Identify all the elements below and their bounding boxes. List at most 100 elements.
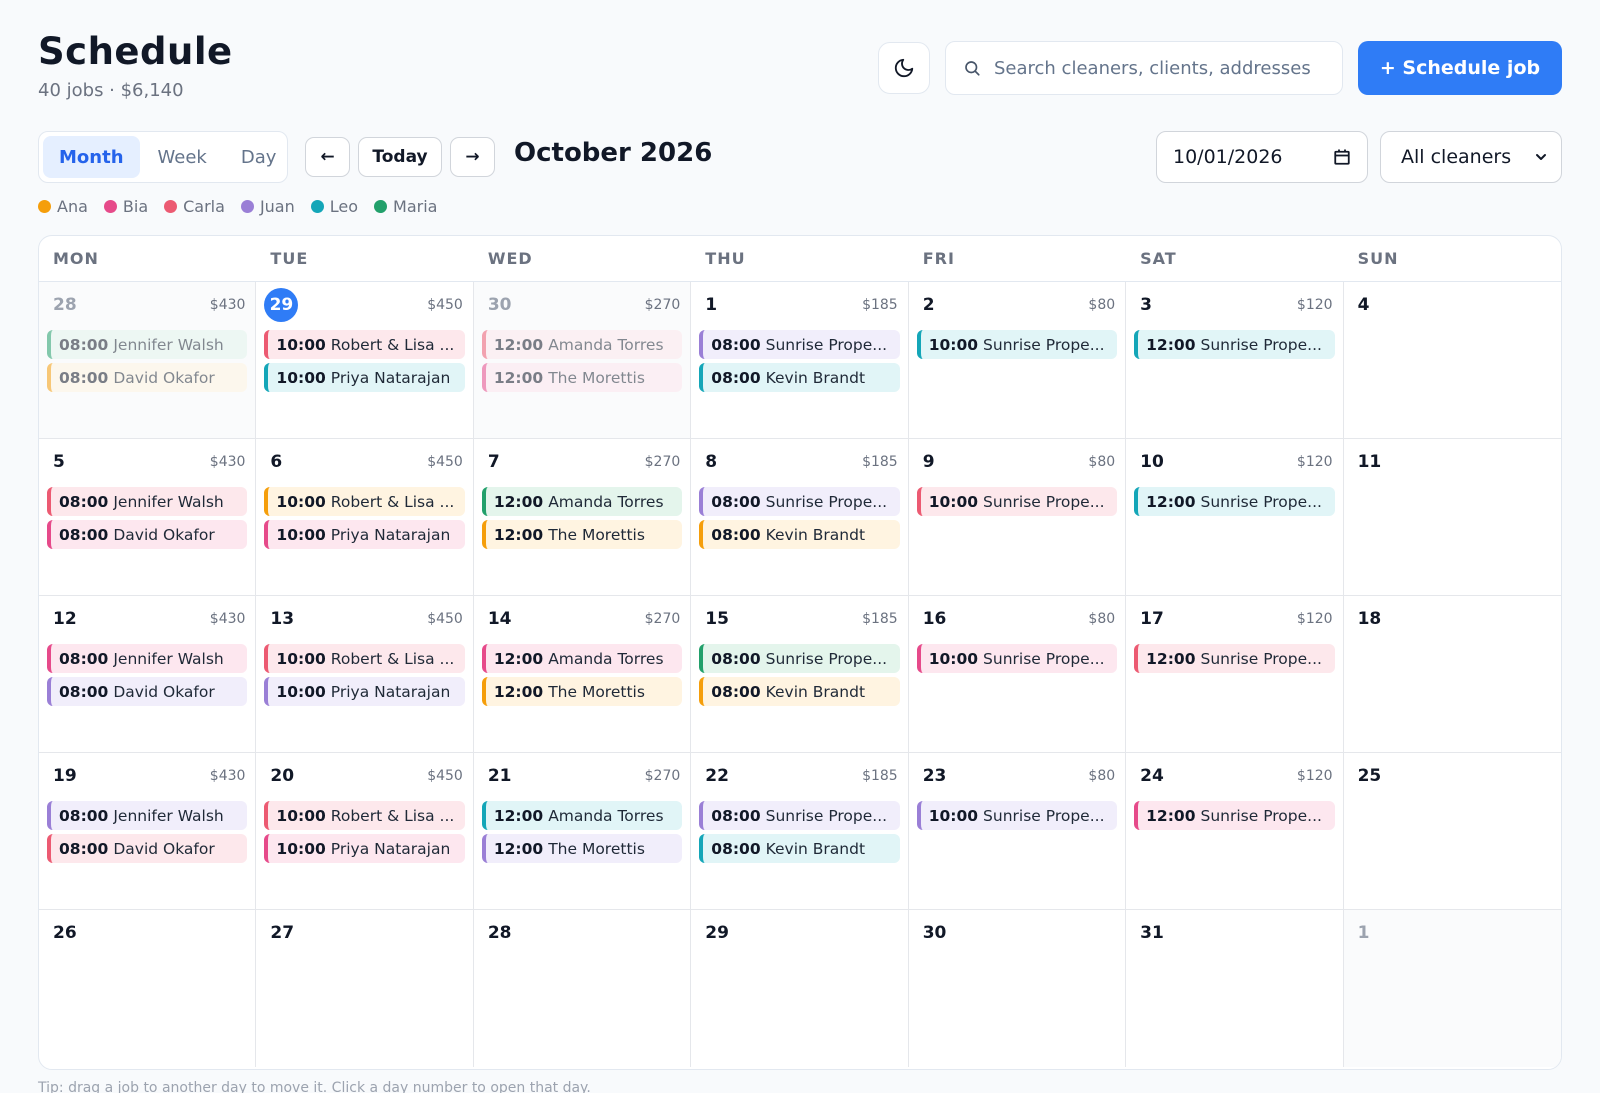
- day-cell[interactable]: 3 $120 12:00 Sunrise Prope...: [1126, 282, 1344, 439]
- day-number[interactable]: 10: [1140, 452, 1164, 472]
- prev-month-button[interactable]: ←: [305, 137, 350, 177]
- job-chip[interactable]: 08:00 Jennifer Walsh: [47, 487, 248, 516]
- day-number[interactable]: 8: [705, 452, 717, 472]
- day-cell[interactable]: 20 $450 10:00 Robert & Lisa ... 10:00 Priya N…: [256, 753, 474, 910]
- day-cell[interactable]: 19 $430 08:00 Jennifer Walsh 08:00 David Okaf…: [39, 753, 257, 910]
- day-number[interactable]: 22: [705, 766, 729, 786]
- job-chip[interactable]: 10:00 Priya Natarajan: [264, 363, 465, 392]
- job-chip[interactable]: 10:00 Robert & Lisa ...: [264, 644, 465, 673]
- day-number[interactable]: 19: [53, 766, 77, 786]
- job-chip[interactable]: 08:00 Sunrise Prope...: [699, 330, 900, 359]
- today-button[interactable]: Today: [358, 137, 442, 177]
- job-chip[interactable]: 08:00 Kevin Brandt: [699, 520, 900, 549]
- day-cell[interactable]: 22 $185 08:00 Sunrise Prope... 08:00 Kevin Br…: [691, 753, 909, 910]
- day-cell[interactable]: 29 $450 10:00 Robert & Lisa ... 10:00 Priya N…: [256, 282, 474, 439]
- job-chip[interactable]: 08:00 Kevin Brandt: [699, 834, 900, 863]
- day-number[interactable]: 28: [488, 923, 512, 943]
- job-chip[interactable]: 12:00 Sunrise Prope...: [1134, 330, 1335, 359]
- day-number[interactable]: 14: [488, 609, 512, 629]
- view-week-tab[interactable]: Week: [142, 136, 223, 178]
- day-cell[interactable]: 16 $80 10:00 Sunrise Prope...: [908, 596, 1127, 753]
- day-number[interactable]: 29: [705, 923, 729, 943]
- day-cell[interactable]: 1: [1343, 910, 1561, 1067]
- day-cell[interactable]: 21 $270 12:00 Amanda Torres 12:00 The Moretti…: [473, 753, 692, 910]
- day-cell[interactable]: 28 $430 08:00 Jennifer Walsh 08:00 David Okaf…: [39, 282, 257, 439]
- day-number[interactable]: 15: [705, 609, 729, 629]
- job-chip[interactable]: 08:00 Kevin Brandt: [699, 363, 900, 392]
- day-cell[interactable]: 4: [1343, 282, 1561, 439]
- day-number[interactable]: 12: [53, 609, 77, 629]
- job-chip[interactable]: 08:00 David Okafor: [47, 834, 248, 863]
- view-month-tab[interactable]: Month: [43, 136, 140, 178]
- day-number[interactable]: 2: [923, 295, 935, 315]
- day-number[interactable]: 20: [270, 766, 294, 786]
- job-chip[interactable]: 10:00 Priya Natarajan: [264, 520, 465, 549]
- day-cell[interactable]: 27: [256, 910, 474, 1067]
- day-cell[interactable]: 1 $185 08:00 Sunrise Prope... 08:00 Kevin Bra…: [691, 282, 909, 439]
- job-chip[interactable]: 10:00 Robert & Lisa ...: [264, 330, 465, 359]
- next-month-button[interactable]: →: [450, 137, 495, 177]
- day-cell[interactable]: 23 $80 10:00 Sunrise Prope...: [908, 753, 1127, 910]
- job-chip[interactable]: 08:00 Jennifer Walsh: [47, 801, 248, 830]
- day-cell[interactable]: 28: [474, 910, 692, 1067]
- job-chip[interactable]: 12:00 The Morettis: [481, 677, 683, 706]
- day-number[interactable]: 7: [488, 452, 500, 472]
- job-chip[interactable]: 08:00 Sunrise Prope...: [699, 487, 900, 516]
- job-chip[interactable]: 12:00 Amanda Torres: [481, 330, 683, 359]
- day-cell[interactable]: 30: [909, 910, 1127, 1067]
- day-cell[interactable]: 12 $430 08:00 Jennifer Walsh 08:00 David Okaf…: [39, 596, 257, 753]
- search-box[interactable]: [945, 41, 1343, 95]
- day-cell[interactable]: 13 $450 10:00 Robert & Lisa ... 10:00 Priya N…: [256, 596, 474, 753]
- day-cell[interactable]: 8 $185 08:00 Sunrise Prope... 08:00 Kevin Bra…: [691, 439, 909, 596]
- day-number[interactable]: 4: [1358, 295, 1370, 315]
- day-cell[interactable]: 24 $120 12:00 Sunrise Prope...: [1126, 753, 1344, 910]
- day-number[interactable]: 17: [1140, 609, 1164, 629]
- day-number[interactable]: 6: [270, 452, 282, 472]
- day-number[interactable]: 1: [1358, 923, 1370, 943]
- schedule-job-button[interactable]: + Schedule job: [1358, 41, 1562, 95]
- day-cell[interactable]: 31: [1126, 910, 1344, 1067]
- job-chip[interactable]: 12:00 Amanda Torres: [481, 487, 683, 516]
- job-chip[interactable]: 12:00 The Morettis: [481, 520, 683, 549]
- day-number[interactable]: 16: [923, 609, 947, 629]
- day-cell[interactable]: 6 $450 10:00 Robert & Lisa ... 10:00 Priya Na…: [256, 439, 474, 596]
- job-chip[interactable]: 08:00 David Okafor: [47, 677, 248, 706]
- view-day-tab[interactable]: Day: [225, 136, 293, 178]
- search-input[interactable]: [994, 57, 1334, 79]
- day-cell[interactable]: 2 $80 10:00 Sunrise Prope...: [908, 282, 1127, 439]
- day-number[interactable]: 11: [1358, 452, 1382, 472]
- job-chip[interactable]: 10:00 Priya Natarajan: [264, 834, 465, 863]
- today-day-number[interactable]: 29: [264, 288, 299, 322]
- day-cell[interactable]: 26: [39, 910, 257, 1067]
- day-number[interactable]: 30: [923, 923, 947, 943]
- day-cell[interactable]: 15 $185 08:00 Sunrise Prope... 08:00 Kevin Br…: [691, 596, 909, 753]
- job-chip[interactable]: 10:00 Priya Natarajan: [264, 677, 465, 706]
- job-chip[interactable]: 08:00 David Okafor: [47, 520, 248, 549]
- day-number[interactable]: 1: [705, 295, 717, 315]
- day-cell[interactable]: 10 $120 12:00 Sunrise Prope...: [1126, 439, 1344, 596]
- theme-toggle-button[interactable]: [878, 42, 930, 94]
- job-chip[interactable]: 12:00 Amanda Torres: [481, 644, 683, 673]
- day-cell[interactable]: 25: [1343, 753, 1561, 910]
- day-cell[interactable]: 14 $270 12:00 Amanda Torres 12:00 The Moretti…: [473, 596, 692, 753]
- day-cell[interactable]: 9 $80 10:00 Sunrise Prope...: [908, 439, 1127, 596]
- job-chip[interactable]: 12:00 The Morettis: [481, 363, 683, 392]
- day-cell[interactable]: 17 $120 12:00 Sunrise Prope...: [1126, 596, 1344, 753]
- day-number[interactable]: 3: [1140, 295, 1152, 315]
- job-chip[interactable]: 08:00 Sunrise Prope...: [699, 644, 900, 673]
- day-number[interactable]: 27: [270, 923, 294, 943]
- job-chip[interactable]: 12:00 Sunrise Prope...: [1134, 644, 1335, 673]
- day-cell[interactable]: 11: [1343, 439, 1561, 596]
- job-chip[interactable]: 10:00 Sunrise Prope...: [916, 801, 1118, 830]
- job-chip[interactable]: 10:00 Sunrise Prope...: [916, 644, 1118, 673]
- day-number[interactable]: 23: [923, 766, 947, 786]
- day-cell[interactable]: 7 $270 12:00 Amanda Torres 12:00 The Morettis: [473, 439, 692, 596]
- day-number[interactable]: 5: [53, 452, 65, 472]
- day-number[interactable]: 13: [270, 609, 294, 629]
- day-number[interactable]: 28: [53, 295, 77, 315]
- job-chip[interactable]: 10:00 Robert & Lisa ...: [264, 801, 465, 830]
- day-number[interactable]: 31: [1140, 923, 1164, 943]
- job-chip[interactable]: 10:00 Robert & Lisa ...: [264, 487, 465, 516]
- job-chip[interactable]: 10:00 Sunrise Prope...: [916, 330, 1118, 359]
- day-number[interactable]: 9: [923, 452, 935, 472]
